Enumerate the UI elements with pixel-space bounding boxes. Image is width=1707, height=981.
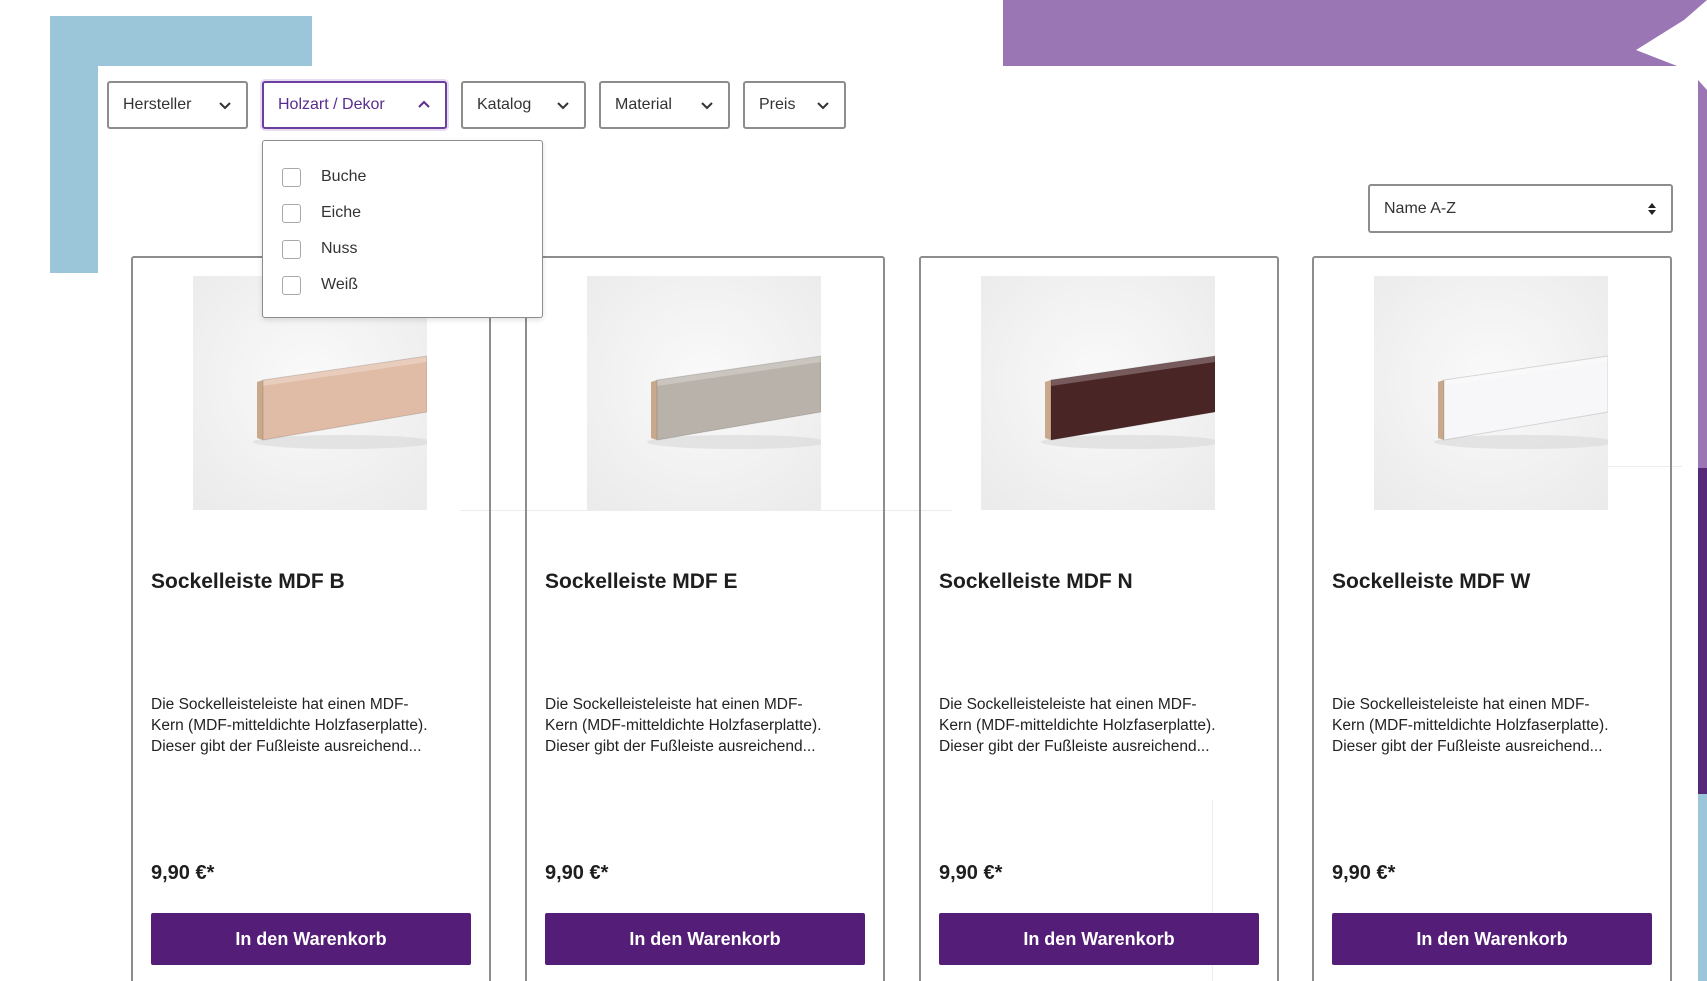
sort-select-value: Name A-Z xyxy=(1384,199,1457,217)
decorative-purple-band xyxy=(1003,0,1707,71)
dropdown-option[interactable]: Eiche xyxy=(263,195,542,231)
chevron-up-icon xyxy=(418,100,430,108)
dropdown-option-label: Eiche xyxy=(321,204,362,221)
product-description: Die Sockelleisteleiste hat einen MDF- Ker… xyxy=(1332,694,1662,757)
description-line: Dieser gibt der Fußleiste ausreichend... xyxy=(151,738,422,755)
filter-katalog-button[interactable]: Katalog xyxy=(461,81,586,129)
chevron-down-icon xyxy=(701,102,713,110)
product-description: Die Sockelleisteleiste hat einen MDF- Ker… xyxy=(939,694,1269,757)
description-line: Dieser gibt der Fußleiste ausreichend... xyxy=(1332,738,1603,755)
filter-label: Material xyxy=(615,96,672,113)
dropdown-option[interactable]: Weiß xyxy=(263,267,542,303)
description-line: Kern (MDF-mitteldichte Holzfaserplatte). xyxy=(939,717,1216,734)
chevron-down-icon xyxy=(557,102,569,110)
sort-select[interactable]: Name A-Z xyxy=(1368,184,1673,233)
decorative-notch xyxy=(1636,0,1707,90)
product-price: 9,90 €* xyxy=(1332,862,1396,884)
description-line: Dieser gibt der Fußleiste ausreichend... xyxy=(939,738,1210,755)
holzart-dropdown-panel: Buche Eiche Nuss Weiß xyxy=(262,140,543,318)
checkbox[interactable] xyxy=(282,167,301,187)
description-line: Kern (MDF-mitteldichte Holzfaserplatte). xyxy=(1332,717,1609,734)
updown-arrows-icon xyxy=(1648,202,1656,215)
filter-holzart-dekor-button[interactable]: Holzart / Dekor xyxy=(262,81,447,129)
filter-label: Preis xyxy=(759,96,796,113)
product-image[interactable] xyxy=(1374,276,1608,510)
description-line: Die Sockelleisteleiste hat einen MDF- xyxy=(545,696,803,713)
product-card[interactable]: Sockelleiste MDF B Die Sockelleisteleiste… xyxy=(131,256,491,981)
description-line: Kern (MDF-mitteldichte Holzfaserplatte). xyxy=(545,717,822,734)
description-line: Die Sockelleisteleiste hat einen MDF- xyxy=(939,696,1197,713)
dropdown-option[interactable]: Nuss xyxy=(263,231,542,267)
add-to-cart-button[interactable]: In den Warenkorb xyxy=(151,913,471,965)
chevron-down-icon xyxy=(219,102,231,110)
checkbox[interactable] xyxy=(282,203,301,223)
product-title[interactable]: Sockelleiste MDF B xyxy=(151,570,345,594)
dropdown-option-label: Nuss xyxy=(321,240,358,257)
checkbox[interactable] xyxy=(282,239,301,259)
checkbox[interactable] xyxy=(282,275,301,295)
dropdown-option-label: Buche xyxy=(321,168,367,185)
filter-preis-button[interactable]: Preis xyxy=(743,81,846,129)
product-description: Die Sockelleisteleiste hat einen MDF- Ker… xyxy=(151,694,481,757)
filter-material-button[interactable]: Material xyxy=(599,81,730,129)
add-to-cart-button[interactable]: In den Warenkorb xyxy=(939,913,1259,965)
description-line: Die Sockelleisteleiste hat einen MDF- xyxy=(151,696,409,713)
product-description: Die Sockelleisteleiste hat einen MDF- Ker… xyxy=(545,694,875,757)
description-line: Kern (MDF-mitteldichte Holzfaserplatte). xyxy=(151,717,428,734)
add-to-cart-button[interactable]: In den Warenkorb xyxy=(1332,913,1652,965)
product-card[interactable]: Sockelleiste MDF E Die Sockelleisteleiste… xyxy=(525,256,885,981)
product-title[interactable]: Sockelleiste MDF N xyxy=(939,570,1133,594)
product-price: 9,90 €* xyxy=(545,862,609,884)
description-line: Die Sockelleisteleiste hat einen MDF- xyxy=(1332,696,1590,713)
chevron-down-icon xyxy=(817,102,829,110)
filter-label: Hersteller xyxy=(123,96,192,113)
product-card[interactable]: Sockelleiste MDF N Die Sockelleisteleiste… xyxy=(919,256,1279,981)
product-price: 9,90 €* xyxy=(939,862,1003,884)
filter-label: Katalog xyxy=(477,96,532,113)
product-title[interactable]: Sockelleiste MDF E xyxy=(545,570,738,594)
description-line: Dieser gibt der Fußleiste ausreichend... xyxy=(545,738,816,755)
product-image[interactable] xyxy=(981,276,1215,510)
add-to-cart-button[interactable]: In den Warenkorb xyxy=(545,913,865,965)
dropdown-option[interactable]: Buche xyxy=(263,159,542,195)
filter-hersteller-button[interactable]: Hersteller xyxy=(107,81,248,129)
product-price: 9,90 €* xyxy=(151,862,215,884)
product-card[interactable]: Sockelleiste MDF W Die Sockelleisteleiste… xyxy=(1312,256,1672,981)
product-image[interactable] xyxy=(587,276,821,510)
dropdown-option-label: Weiß xyxy=(321,276,359,293)
filter-label: Holzart / Dekor xyxy=(278,96,385,113)
product-title[interactable]: Sockelleiste MDF W xyxy=(1332,570,1530,594)
